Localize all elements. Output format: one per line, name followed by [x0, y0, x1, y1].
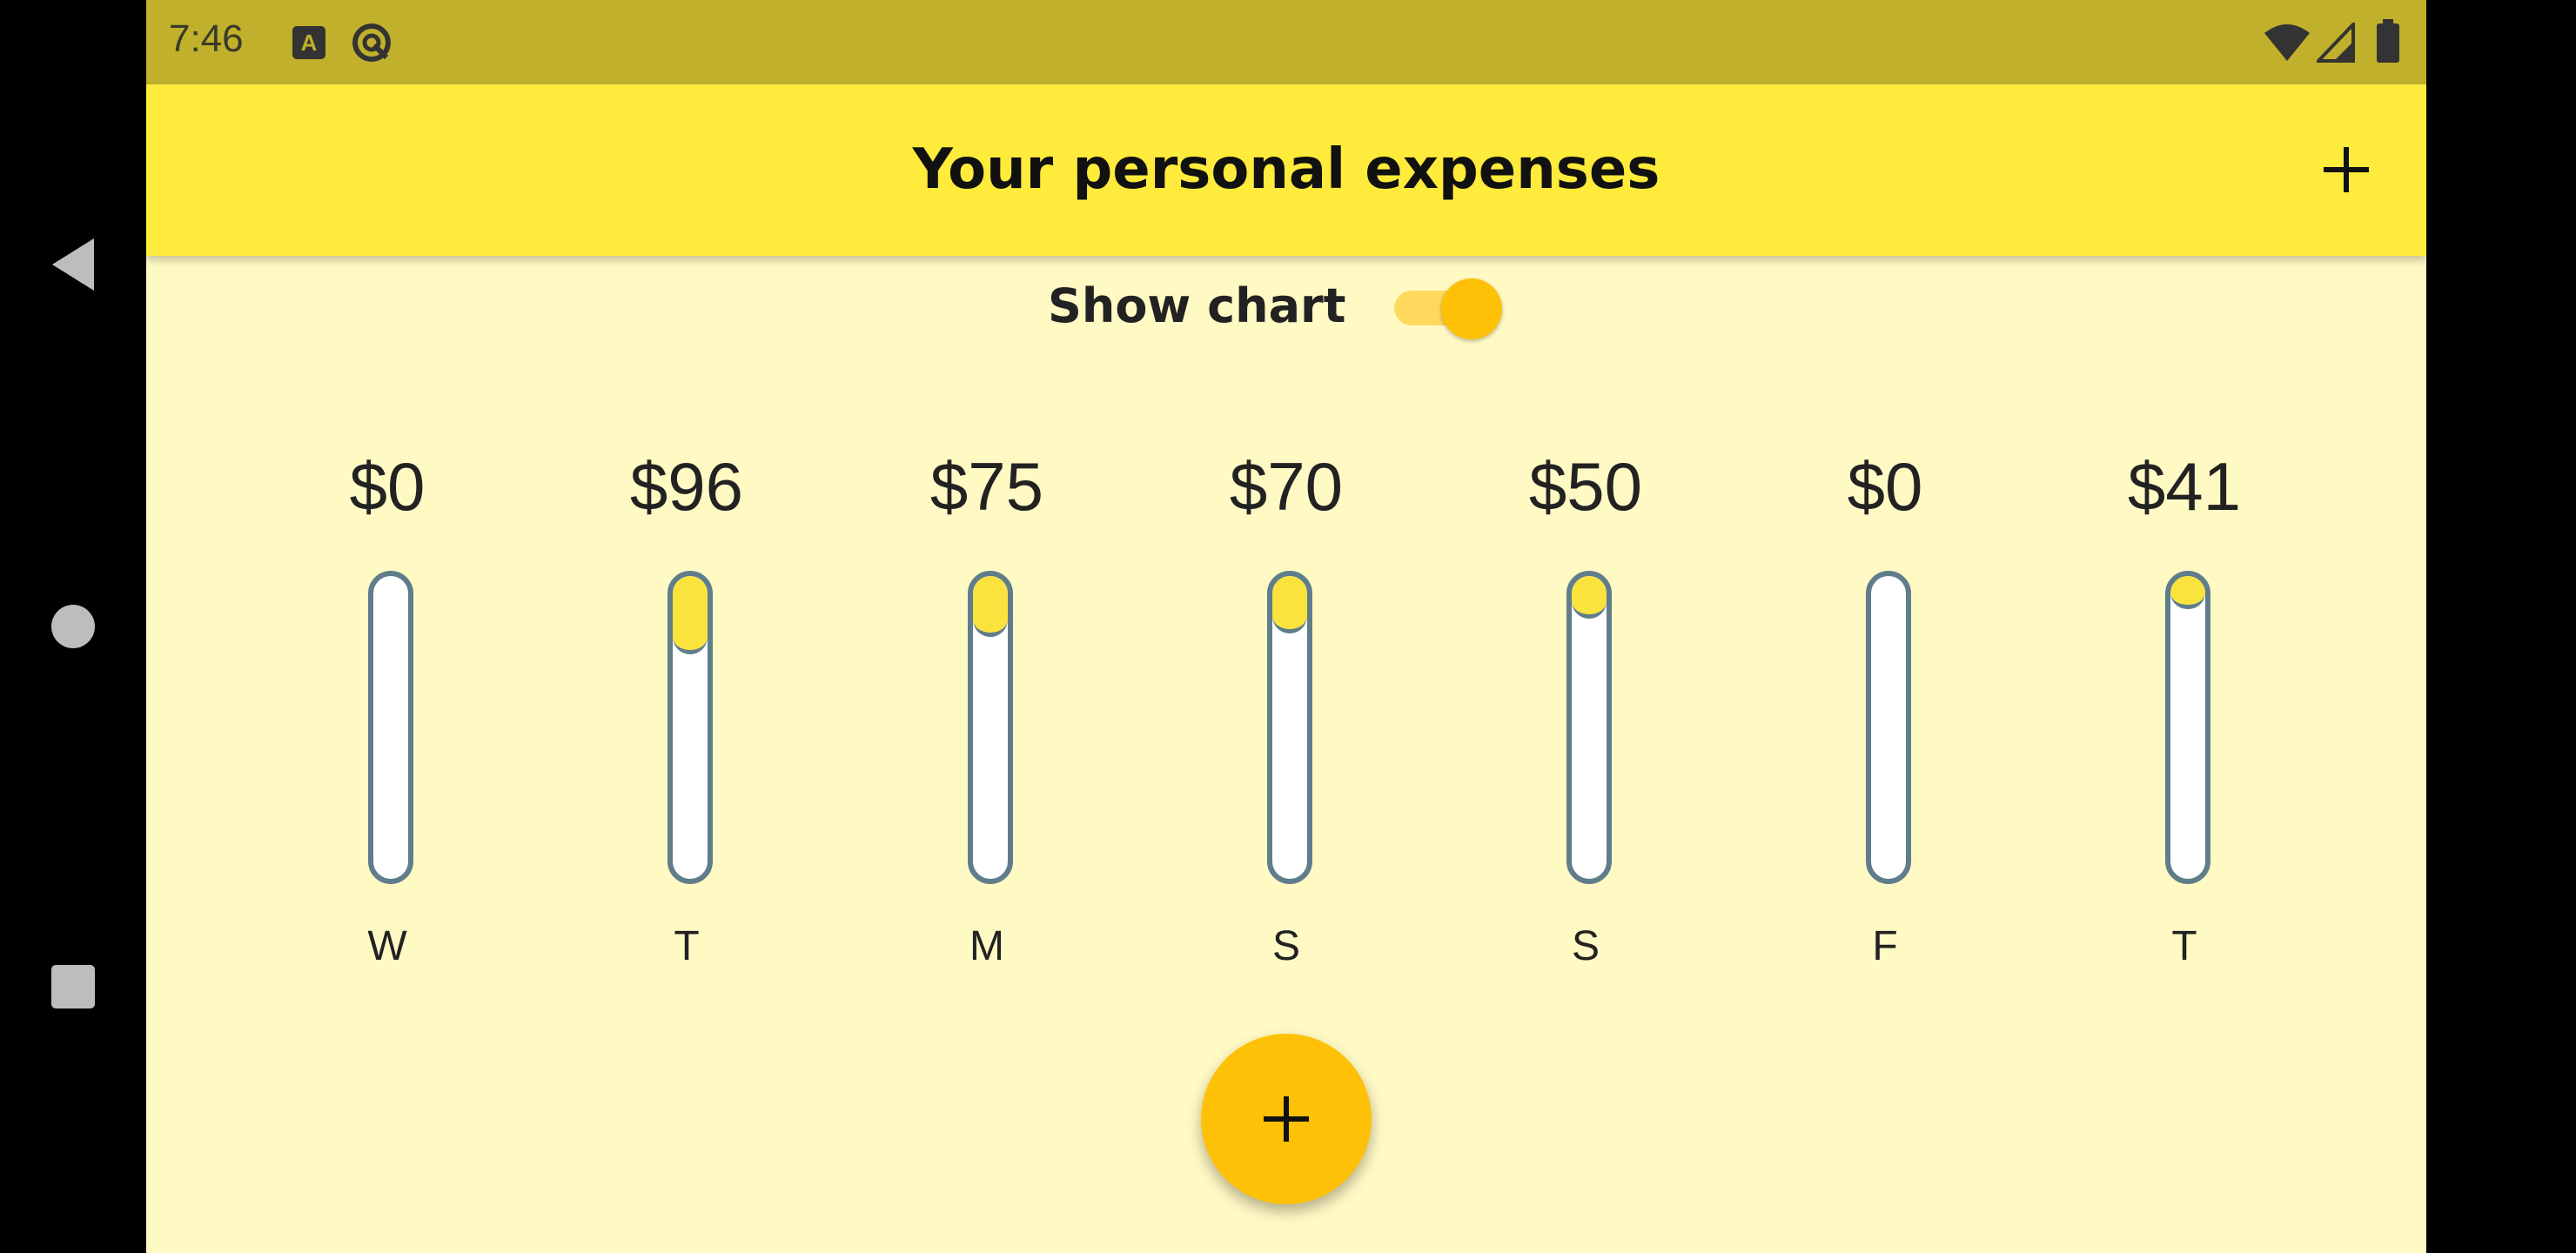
home-icon [51, 605, 95, 648]
battery-icon [2377, 19, 2399, 63]
bar-fill [973, 576, 1008, 637]
expense-chart: $0 W $96 T $75 M $70 S $50 S $0 F $41 T [146, 409, 2426, 1001]
bar-track [2165, 571, 2210, 884]
back-button[interactable] [0, 195, 146, 334]
bar-amount-label: $96 [629, 448, 744, 525]
switch-thumb [1441, 278, 1502, 339]
show-chart-switch[interactable] [1384, 278, 1506, 339]
bar-track [1267, 571, 1312, 884]
status-bar: 7:46 A [146, 0, 2426, 84]
bar-track [968, 571, 1013, 884]
page-title: Your personal expenses [912, 137, 1660, 202]
bar-fill [1272, 576, 1307, 633]
sync-icon [352, 23, 391, 62]
show-chart-row: Show chart [146, 275, 2426, 339]
home-button[interactable] [0, 557, 146, 696]
bar-fill [1572, 576, 1607, 619]
wifi-icon [2264, 24, 2310, 61]
notification-icon: A [292, 26, 325, 59]
bar-amount-label: $70 [1229, 448, 1344, 525]
bar-amount-label: $50 [1528, 448, 1643, 525]
bar-day-label: T [2171, 923, 2197, 969]
bar-fill [2170, 576, 2205, 609]
add-expense-fab[interactable] [1201, 1034, 1372, 1204]
recents-button[interactable] [0, 917, 146, 1056]
bar-day-label: S [1271, 923, 1300, 969]
show-chart-label: Show chart [1048, 278, 1346, 333]
bar-fill [673, 576, 708, 654]
bar-amount-label: $0 [349, 448, 426, 525]
bar-day-label: F [1872, 923, 1898, 969]
bar-amount-label: $0 [1847, 448, 1923, 525]
status-time: 7:46 [169, 17, 244, 60]
screen-border [2426, 0, 2576, 1253]
bar-track [1566, 571, 1612, 884]
bar-day-label: W [367, 923, 407, 969]
recents-icon [51, 965, 95, 1008]
bar-track [368, 571, 413, 884]
bar-day-label: T [674, 923, 700, 969]
bar-amount-label: $75 [929, 448, 1044, 525]
back-icon [52, 238, 94, 291]
plus-icon [1264, 1096, 1309, 1142]
bar-track [667, 571, 713, 884]
app-screen: 7:46 A Your personal expenses Show chart… [146, 0, 2426, 1253]
app-bar: Your personal expenses [146, 84, 2426, 256]
add-expense-button[interactable] [2313, 137, 2379, 203]
bar-day-label: M [969, 923, 1004, 969]
bar-track [1866, 571, 1911, 884]
system-navigation-bar [0, 0, 146, 1253]
bar-day-label: S [1571, 923, 1600, 969]
bar-amount-label: $41 [2127, 448, 2242, 525]
plus-icon [2324, 147, 2369, 192]
signal-icon [2317, 23, 2355, 63]
